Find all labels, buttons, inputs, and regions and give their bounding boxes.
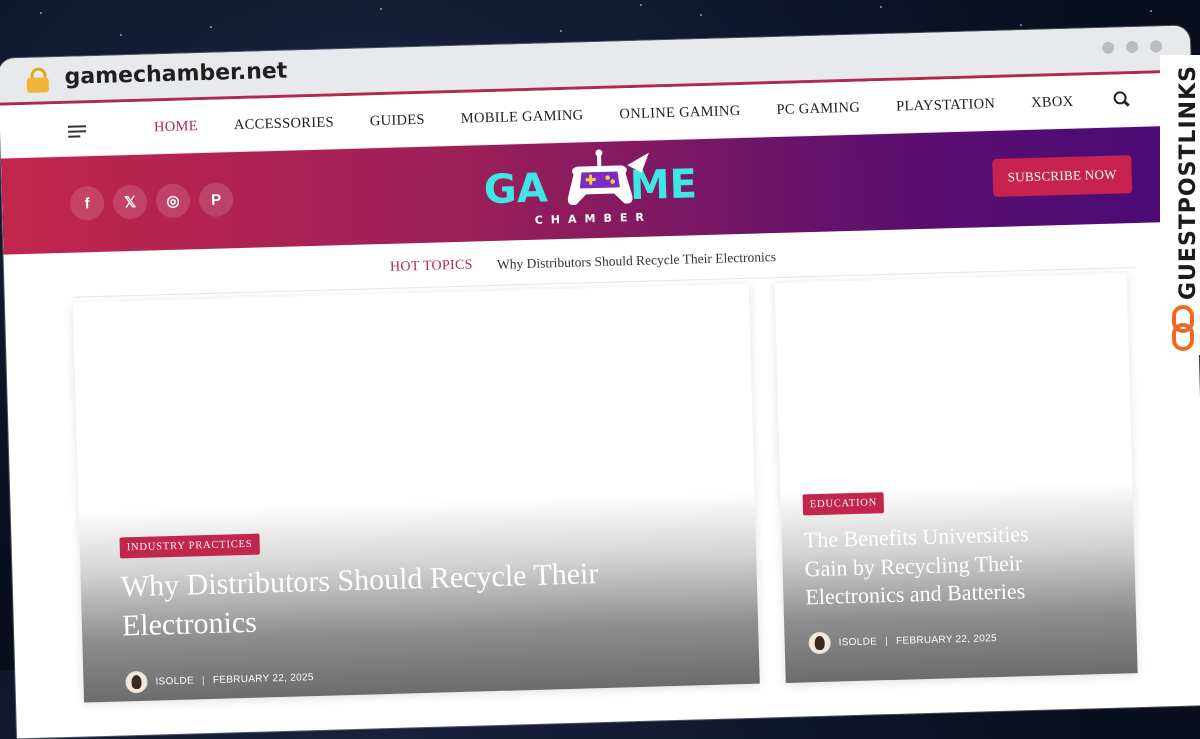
pinterest-icon[interactable]: P	[198, 182, 234, 218]
category-tag[interactable]: INDUSTRY PRACTICES	[119, 533, 260, 559]
watermark-text: GUESTPOSTLINKS	[1176, 65, 1200, 300]
x-twitter-icon[interactable]: 𝕏	[112, 184, 148, 220]
category-tag[interactable]: EDUCATION	[802, 492, 885, 516]
window-dot-icon[interactable]	[1149, 40, 1163, 53]
nav-item-guides[interactable]: GUIDES	[370, 112, 425, 131]
author-avatar	[125, 670, 148, 694]
site-logo[interactable]: GA ME CHAMBER	[481, 145, 713, 231]
hot-topics-label: HOT TOPICS	[389, 257, 473, 275]
facebook-icon[interactable]: f	[69, 185, 105, 221]
search-icon[interactable]	[1113, 91, 1130, 107]
author-name[interactable]: ISOLDE	[839, 636, 878, 648]
post-date: FEBRUARY 22, 2025	[895, 632, 998, 647]
meta-separator: |	[201, 674, 206, 686]
nav-item-home[interactable]: HOME	[154, 118, 198, 136]
social-links: f 𝕏 ◎ P	[69, 182, 234, 221]
post-date: FEBRUARY 22, 2025	[212, 671, 314, 686]
nav-item-xbox[interactable]: XBOX	[1031, 94, 1074, 112]
hamburger-menu-icon[interactable]	[67, 125, 87, 140]
post-meta: ISOLDE | FEBRUARY 22, 2025	[125, 666, 314, 694]
window-dot-icon[interactable]	[1102, 41, 1115, 54]
instagram-icon[interactable]: ◎	[155, 183, 191, 219]
featured-post-card[interactable]: INDUSTRY PRACTICES Why Distributors Shou…	[72, 283, 760, 703]
lock-icon	[26, 67, 50, 93]
author-name[interactable]: ISOLDE	[155, 675, 194, 687]
browser-window: gamechamber.net HOME ACCESSORIES GUIDES …	[0, 25, 1200, 739]
side-post-card[interactable]: EDUCATION The Benefits Universities Gain…	[774, 273, 1138, 683]
nav-item-online-gaming[interactable]: ONLINE GAMING	[619, 103, 741, 123]
author-avatar	[808, 631, 831, 655]
nav-item-pc-gaming[interactable]: PC GAMING	[776, 100, 860, 119]
window-controls	[1102, 40, 1163, 54]
nav-item-playstation[interactable]: PLAYSTATION	[896, 96, 996, 116]
address-bar-url[interactable]: gamechamber.net	[64, 59, 287, 90]
window-dot-icon[interactable]	[1126, 40, 1139, 54]
nav-item-accessories[interactable]: ACCESSORIES	[234, 114, 334, 134]
logo-text-ga: GA	[483, 165, 548, 213]
subscribe-button[interactable]: SUBSCRIBE NOW	[992, 155, 1133, 197]
hot-topics-link[interactable]: Why Distributors Should Recycle Their El…	[497, 249, 776, 273]
logo-subtext: CHAMBER	[535, 211, 652, 227]
meta-separator: |	[884, 635, 889, 647]
nav-item-mobile-gaming[interactable]: MOBILE GAMING	[461, 107, 584, 127]
side-post-title[interactable]: The Benefits Universities Gain by Recycl…	[803, 519, 1075, 612]
featured-post-title[interactable]: Why Distributors Should Recycle Their El…	[120, 552, 682, 646]
nav-menu: HOME ACCESSORIES GUIDES MOBILE GAMING ON…	[154, 93, 1110, 137]
post-meta: ISOLDE | FEBRUARY 22, 2025	[808, 627, 998, 655]
chain-link-icon	[1172, 305, 1194, 351]
